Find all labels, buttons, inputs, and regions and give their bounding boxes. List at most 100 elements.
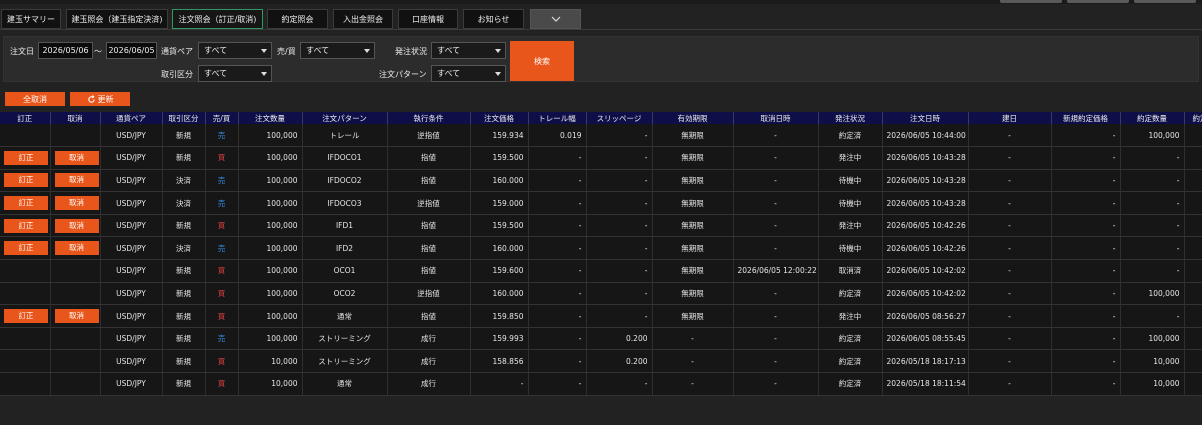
cancel-all-button[interactable]: 全取消	[5, 92, 65, 106]
cell-qty: 100,000	[238, 236, 303, 261]
cell-open-date: -	[968, 259, 1052, 283]
cancel-order-button[interactable]: 取消	[54, 150, 99, 165]
cancel-cell	[50, 259, 101, 283]
cancel-order-button[interactable]: 取消	[54, 173, 99, 188]
tab-notices[interactable]: お知らせ	[463, 9, 524, 29]
column-header[interactable]: 注文パターン	[302, 112, 388, 124]
cell-fill-price	[1184, 304, 1202, 328]
cell-fill-price	[1184, 259, 1202, 283]
cell-side: 売	[205, 236, 239, 261]
cell-pair: USD/JPY	[100, 304, 163, 328]
top-menu-button[interactable]	[1067, 0, 1129, 3]
column-header[interactable]: 取消日時	[733, 112, 819, 124]
tab-execution-inquiry[interactable]: 約定照会	[267, 9, 328, 29]
edit-order-button[interactable]: 訂正	[4, 241, 48, 256]
cell-slip: -	[586, 191, 653, 215]
table-row: 訂正 取消 USD/JPY 新規買 100,000 IFDOCO1 指値 159.500- - 無…	[0, 146, 1202, 170]
pattern-select[interactable]: すべて	[431, 65, 506, 82]
column-header[interactable]: 約定数量	[1120, 112, 1185, 124]
cell-price: 159.000	[470, 191, 529, 215]
cell-fill-price	[1184, 169, 1202, 193]
cell-type: 決済	[162, 191, 206, 215]
cancel-order-button[interactable]: 取消	[54, 241, 99, 256]
cell-pattern: OCO2	[302, 282, 388, 306]
column-header[interactable]: トレール幅	[528, 112, 587, 124]
column-header[interactable]: 売/買	[205, 112, 239, 124]
cell-cond: 逆指値	[387, 282, 471, 306]
cancel-order-button[interactable]: 取消	[54, 218, 99, 233]
side-label: 売/買	[277, 47, 296, 56]
status-select[interactable]: すべて	[431, 42, 506, 59]
pair-select[interactable]: すべて	[198, 42, 272, 59]
column-header[interactable]: 執行条件	[387, 112, 471, 124]
cell-trail: -	[528, 191, 587, 215]
edit-order-button[interactable]: 訂正	[4, 309, 48, 324]
side-select[interactable]: すべて	[300, 42, 375, 59]
tab-account-info[interactable]: 口座情報	[398, 9, 458, 29]
column-header[interactable]: 注文数量	[238, 112, 303, 124]
cell-new-price: -	[1051, 214, 1121, 238]
caret-down-icon	[495, 49, 501, 53]
column-header[interactable]: 有効期限	[652, 112, 734, 124]
cell-qty: 100,000	[238, 169, 303, 193]
cell-type: 新規	[162, 282, 206, 306]
tab-order-inquiry[interactable]: 注文照会（訂正/取消)	[172, 9, 263, 29]
column-header[interactable]: 新規約定価格	[1051, 112, 1121, 124]
cell-new-price: -	[1051, 169, 1121, 193]
cell-pattern: IFDOCO3	[302, 191, 388, 215]
cell-type: 新規	[162, 146, 206, 170]
edit-order-button[interactable]: 訂正	[4, 150, 48, 165]
tab-deposit-inquiry[interactable]: 入出金照会	[333, 9, 393, 29]
cell-cancel-time: -	[733, 124, 819, 148]
cell-expiry: 無期限	[652, 304, 734, 328]
table-row: 訂正 取消 USD/JPY 新規買 100,000 IFD1 指値 159.500- - 無期限 -…	[0, 214, 1202, 238]
table-row: USD/JPY 新規買 10,000 通常 成行 - - - - - 約定済 2026/05/18 1…	[0, 372, 1202, 396]
date-from-input[interactable]: 2026/05/06	[38, 42, 93, 59]
cell-qty: 100,000	[238, 191, 303, 215]
column-header[interactable]: 取消	[50, 112, 101, 124]
cell-trail: -	[528, 282, 587, 306]
column-header[interactable]: 訂正	[0, 112, 51, 124]
cancel-order-button[interactable]: 取消	[54, 309, 99, 324]
cell-slip: 0.200	[586, 327, 653, 351]
cell-slip: -	[586, 259, 653, 283]
table-row: USD/JPY 新規買 100,000 OCO1 指値 159.600- - 無期限 2026/…	[0, 259, 1202, 283]
top-menu-button[interactable]	[1000, 0, 1062, 3]
search-button[interactable]: 検索	[510, 41, 574, 81]
trade-type-select[interactable]: すべて	[198, 65, 272, 82]
cell-open-date: -	[968, 236, 1052, 261]
table-body: USD/JPY 新規売 100,000 トレール 逆指値 159.934 0.019- 無期限…	[0, 124, 1202, 396]
tab-more-button[interactable]	[530, 9, 581, 29]
cell-fill-price: 158.8	[1184, 372, 1202, 396]
cell-price: -	[470, 372, 529, 396]
cancel-cell: 取消	[50, 169, 101, 193]
edit-order-button[interactable]: 訂正	[4, 218, 48, 233]
cell-type: 決済	[162, 169, 206, 193]
column-header[interactable]: 約定価格	[1184, 112, 1202, 124]
edit-order-button[interactable]: 訂正	[4, 196, 48, 211]
cell-new-price: -	[1051, 349, 1121, 374]
cell-side: 買	[205, 372, 239, 396]
date-to-input[interactable]: 2026/06/05	[106, 42, 157, 59]
cell-open-date: -	[968, 327, 1052, 351]
cell-slip: -	[586, 304, 653, 328]
cell-type: 新規	[162, 214, 206, 238]
column-header[interactable]: 通貨ペア	[100, 112, 163, 124]
cancel-order-button[interactable]: 取消	[54, 196, 99, 211]
refresh-button[interactable]: 更新	[70, 92, 130, 106]
trade-type-select-value: すべて	[204, 69, 228, 78]
refresh-icon	[87, 94, 95, 103]
column-header[interactable]: 注文日時	[882, 112, 969, 124]
column-header[interactable]: 取引区分	[162, 112, 206, 124]
tab-position-inquiry[interactable]: 建玉照会（建玉指定決済)	[66, 9, 168, 29]
top-menu-button[interactable]	[1134, 0, 1196, 3]
cell-cancel-time: -	[733, 282, 819, 306]
column-header[interactable]: 建日	[968, 112, 1052, 124]
column-header[interactable]: 注文価格	[470, 112, 529, 124]
tab-position-summary[interactable]: 建玉サマリー	[1, 9, 61, 29]
column-header[interactable]: スリッページ	[586, 112, 653, 124]
cell-fill-price	[1184, 214, 1202, 238]
cell-pattern: IFDOCO2	[302, 169, 388, 193]
edit-order-button[interactable]: 訂正	[4, 173, 48, 188]
column-header[interactable]: 発注状況	[818, 112, 883, 124]
